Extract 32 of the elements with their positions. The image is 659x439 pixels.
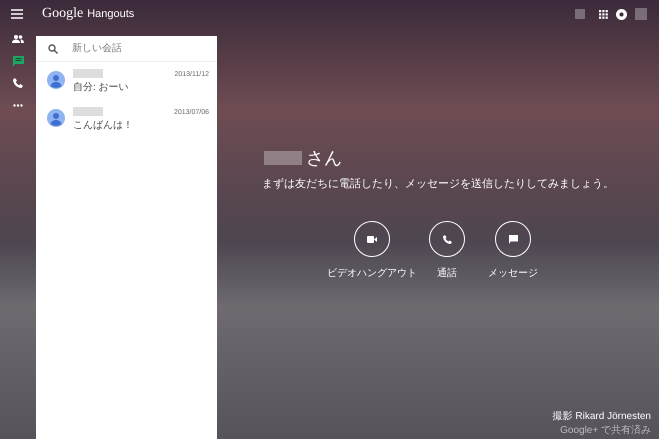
blurred-name [73,107,103,116]
call-button[interactable] [429,221,465,257]
message-icon [508,234,518,244]
blurred-block [635,8,647,20]
avatar-icon [47,71,65,89]
action-label: 通話 [437,266,457,280]
blurred-block [575,9,585,19]
brand-logo: Google [42,6,84,22]
account-icon[interactable] [616,8,627,20]
blurred-name [264,151,302,165]
chat-bubble-icon [12,56,24,66]
video-camera-icon [367,236,377,242]
more-icon [13,104,23,106]
phone-icon [13,78,23,88]
app-title: Hangouts [87,8,134,20]
message-button[interactable] [495,221,531,257]
video-button[interactable] [354,221,390,257]
phone-icon [442,234,452,244]
message-snippet: 自分: おーい [73,81,130,94]
greeting-message: まずは友だちに電話したり、メッセージを送信したりしてみましょう。 [262,177,614,191]
apps-grid-icon[interactable] [599,10,608,18]
people-icon [12,35,24,43]
photo-credit: 撮影 Rikard Jörnesten [552,410,651,423]
menu-icon[interactable] [11,9,23,19]
blurred-name [73,69,103,78]
action-label: ビデオハングアウト [327,267,417,280]
shared-note: Google+ で共有済み [560,424,651,437]
action-label: メッセージ [488,267,538,280]
avatar-icon [47,109,65,127]
message-snippet: こんばんは！ [73,119,134,132]
greeting-text: さん [306,147,342,170]
search-icon [48,44,58,54]
